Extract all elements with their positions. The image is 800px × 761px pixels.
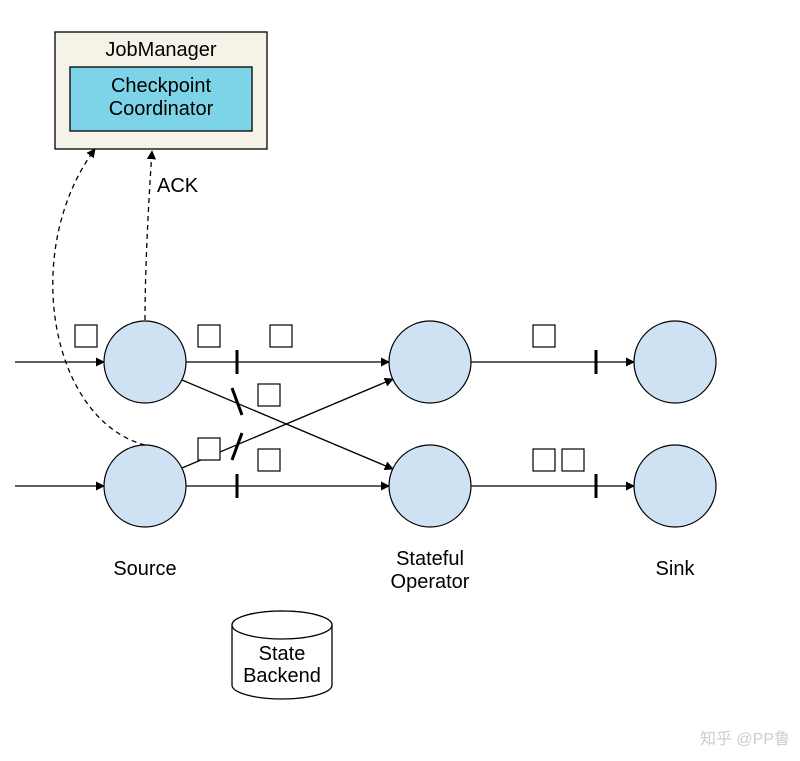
source-node-bottom [104,445,186,527]
ack-arrow-top [145,151,152,320]
barrier-sq-7 [533,325,555,347]
operator-node-bottom [389,445,471,527]
state-backend-label-l2: Backend [243,665,321,687]
stateful-label-l2: Operator [391,571,470,593]
barrier-sq-8 [533,449,555,471]
checkpoint-coordinator-label-l1: Checkpoint [111,75,212,97]
watermark: 知乎 @PP鲁 [700,730,790,748]
barrier-sq-1 [75,325,97,347]
jobmanager-box: JobManager Checkpoint Coordinator [55,32,267,149]
barrier-sq-3 [270,325,292,347]
ack-label: ACK [157,175,199,197]
barrier-sq-9 [562,449,584,471]
sink-node-bottom [634,445,716,527]
source-node-top [104,321,186,403]
stateful-label-l1: Stateful [396,548,464,570]
source-label: Source [113,558,176,580]
jobmanager-title: JobManager [105,39,217,61]
checkpoint-coordinator-label-l2: Coordinator [109,98,214,120]
state-backend-label-l1: State [259,643,306,665]
barrier-sq-6 [258,449,280,471]
state-backend-cylinder: State Backend [232,611,332,699]
barrier-sq-4 [258,384,280,406]
sink-label: Sink [656,558,696,580]
operator-node-top [389,321,471,403]
barrier-sq-5 [198,438,220,460]
barrier-sq-2 [198,325,220,347]
sink-node-top [634,321,716,403]
